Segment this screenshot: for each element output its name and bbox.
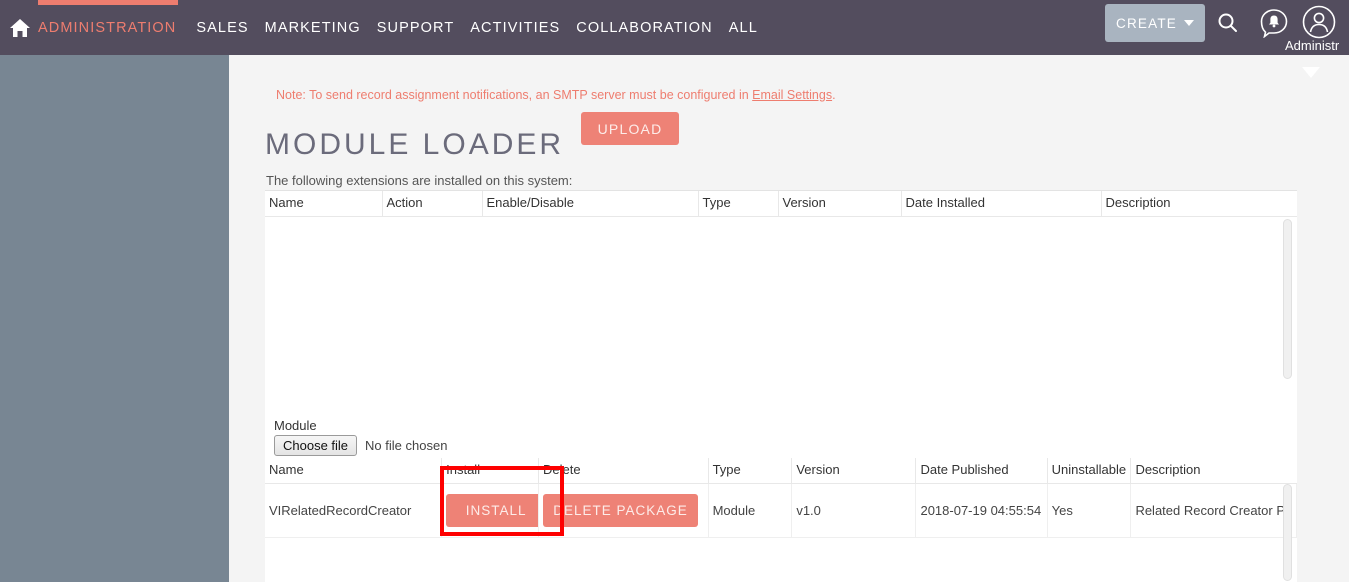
nav-item-activities[interactable]: ACTIVITIES bbox=[470, 20, 576, 36]
create-button[interactable]: CREATE bbox=[1105, 4, 1205, 42]
install-button[interactable]: INSTALL bbox=[446, 494, 538, 527]
col-header-version: Version bbox=[791, 458, 917, 484]
main-content-area: Note: To send record assignment notifica… bbox=[229, 55, 1349, 582]
email-settings-link[interactable]: Email Settings bbox=[752, 88, 832, 102]
cell-version: v1.0 bbox=[791, 483, 917, 538]
col-header-enable-disable: Enable/Disable bbox=[482, 191, 699, 217]
col-header-date-installed: Date Installed bbox=[901, 191, 1102, 217]
page-subtitle: The following extensions are installed o… bbox=[266, 173, 573, 188]
installed-extensions-table: Name Action Enable/Disable Type Version … bbox=[265, 191, 1297, 217]
note-text-after: . bbox=[832, 88, 836, 102]
col-header-description: Description bbox=[1101, 191, 1297, 217]
chevron-down-icon[interactable] bbox=[1302, 67, 1320, 78]
cell-type: Module bbox=[708, 483, 793, 538]
nav-item-administration[interactable]: ADMINISTRATION bbox=[38, 20, 196, 36]
col-header-install: Install bbox=[441, 458, 540, 484]
delete-package-button[interactable]: DELETE PACKAGE bbox=[543, 494, 699, 527]
col-header-date-published: Date Published bbox=[915, 458, 1048, 484]
create-button-label: CREATE bbox=[1116, 15, 1177, 31]
cell-package-name: VIRelatedRecordCreator bbox=[265, 483, 443, 538]
home-icon[interactable] bbox=[8, 16, 32, 40]
chevron-down-icon bbox=[1183, 20, 1194, 26]
table-header-row: Name Action Enable/Disable Type Version … bbox=[265, 191, 1297, 217]
user-avatar-icon[interactable] bbox=[1302, 5, 1336, 39]
col-header-name: Name bbox=[265, 191, 383, 217]
col-header-delete: Delete bbox=[538, 458, 709, 484]
note-text-before: Note: To send record assignment notifica… bbox=[276, 88, 753, 102]
cell-description: Related Record Creator Pl bbox=[1130, 483, 1297, 538]
upload-button[interactable]: UPLOAD bbox=[581, 112, 679, 145]
installed-table-vertical-scrollbar[interactable] bbox=[1283, 219, 1292, 379]
cell-date-published: 2018-07-19 04:55:54 bbox=[915, 483, 1048, 538]
file-input-row: Choose file No file chosen bbox=[274, 435, 447, 456]
smtp-note-banner: Note: To send record assignment notifica… bbox=[276, 88, 836, 102]
nav-item-support[interactable]: SUPPORT bbox=[377, 20, 471, 36]
left-sidebar bbox=[0, 55, 229, 582]
page-title: MODULE LOADER bbox=[265, 128, 565, 161]
packages-table-vertical-scrollbar[interactable] bbox=[1283, 484, 1292, 581]
top-navigation-bar: ADMINISTRATION SALES MARKETING SUPPORT A… bbox=[0, 0, 1349, 55]
col-header-uninstallable: Uninstallable bbox=[1047, 458, 1132, 484]
col-header-type: Type bbox=[698, 191, 779, 217]
packages-table: Name Install Delete Type Version Date Pu… bbox=[265, 458, 1297, 538]
packages-panel: Name Install Delete Type Version Date Pu… bbox=[265, 458, 1297, 582]
col-header-action: Action bbox=[382, 191, 483, 217]
installed-extensions-panel: Name Action Enable/Disable Type Version … bbox=[265, 190, 1297, 443]
nav-item-marketing[interactable]: MARKETING bbox=[265, 20, 377, 36]
bell-notification-icon[interactable] bbox=[1259, 8, 1289, 39]
choose-file-button[interactable]: Choose file bbox=[274, 435, 358, 456]
col-header-name: Name bbox=[265, 458, 443, 484]
col-header-type: Type bbox=[708, 458, 793, 484]
cell-uninstallable: Yes bbox=[1047, 483, 1132, 538]
user-name-label: Administr bbox=[1285, 38, 1340, 53]
nav-item-all[interactable]: ALL bbox=[729, 20, 774, 36]
nav-item-sales[interactable]: SALES bbox=[196, 20, 264, 36]
module-field-label: Module bbox=[274, 418, 317, 433]
table-row: VIRelatedRecordCreator INSTALL DELETE PA… bbox=[265, 483, 1297, 538]
search-icon[interactable] bbox=[1215, 10, 1241, 36]
cell-install: INSTALL bbox=[441, 483, 540, 538]
table-header-row: Name Install Delete Type Version Date Pu… bbox=[265, 458, 1297, 484]
selected-file-name: No file chosen bbox=[365, 438, 448, 453]
active-tab-indicator bbox=[38, 0, 178, 5]
col-header-version: Version bbox=[778, 191, 902, 217]
col-header-description: Description bbox=[1130, 458, 1297, 484]
cell-delete: DELETE PACKAGE bbox=[538, 483, 709, 538]
primary-nav-list: ADMINISTRATION SALES MARKETING SUPPORT A… bbox=[38, 20, 774, 36]
nav-item-collaboration[interactable]: COLLABORATION bbox=[576, 20, 729, 36]
